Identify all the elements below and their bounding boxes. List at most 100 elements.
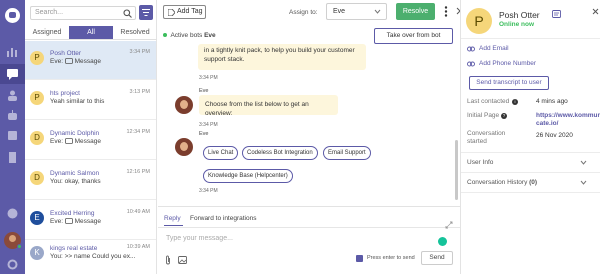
- users-icon[interactable]: [6, 90, 19, 101]
- avatar: E: [30, 211, 44, 225]
- add-phone-link[interactable]: Add Phone Number: [479, 60, 536, 67]
- message-icon: [64, 218, 73, 225]
- snippet-text: Message: [74, 58, 102, 65]
- tab-all[interactable]: All: [69, 26, 113, 39]
- tab-reply[interactable]: Reply: [164, 215, 181, 222]
- chat-scrollbar[interactable]: [455, 140, 458, 200]
- link-icon: [467, 61, 475, 67]
- avatar: D: [30, 171, 44, 185]
- info-icon[interactable]: i: [512, 99, 518, 105]
- conversation-snippet: Eve: Message: [50, 138, 150, 145]
- divider: [461, 192, 600, 193]
- divider: [461, 38, 600, 39]
- conversation-item[interactable]: D Dynamic Salmon You: okay, thanks 12:16…: [25, 161, 156, 200]
- add-tag-button[interactable]: Add Tag: [163, 5, 206, 19]
- quick-reply-knowledge-base[interactable]: Knowledge Base (Helpcenter): [203, 169, 293, 183]
- enter-to-send-checkbox[interactable]: [356, 255, 363, 262]
- bot-avatar: [175, 138, 193, 156]
- assignee-select[interactable]: Eve: [326, 3, 387, 20]
- conversation-started-value: 26 Nov 2020: [536, 132, 573, 139]
- message-icon: [64, 138, 73, 145]
- filter-icon: [142, 9, 150, 16]
- conversation-name: Dynamic Dolphin: [50, 130, 100, 137]
- avatar: D: [30, 131, 44, 145]
- chevron-down-icon: [374, 9, 381, 14]
- take-over-button[interactable]: Take over from bot: [374, 28, 453, 44]
- online-status-dot: [17, 244, 22, 249]
- conversation-item[interactable]: D Dynamic Dolphin Eve: Message 12:34 PM: [25, 121, 156, 160]
- active-bots-label: Active bots: [170, 32, 203, 39]
- link-icon: [467, 46, 475, 52]
- edit-icon[interactable]: [552, 10, 561, 18]
- resolve-button[interactable]: Resolve: [396, 3, 435, 20]
- contact-avatar: P: [466, 8, 492, 34]
- search-input[interactable]: Search...: [30, 6, 136, 20]
- snippet-text: Message: [74, 138, 102, 145]
- filter-button[interactable]: [139, 5, 153, 20]
- bot-icon[interactable]: [6, 110, 19, 121]
- user-info-section[interactable]: User Info: [467, 159, 493, 166]
- message-time: 3:34 PM: [199, 75, 218, 81]
- send-button[interactable]: Send: [421, 251, 453, 265]
- team-icon[interactable]: [6, 130, 19, 141]
- chevron-down-icon[interactable]: [580, 160, 587, 165]
- assignee-value: Eve: [333, 8, 346, 15]
- snippet-sender: Eve:: [50, 218, 64, 225]
- attachment-icon[interactable]: [165, 255, 171, 265]
- message-time: 3:34 PM: [199, 122, 218, 128]
- last-contacted-label: Last contacted: [467, 98, 510, 105]
- conversation-item[interactable]: P Posh Otter Eve: Message 3:34 PM: [25, 41, 156, 80]
- avatar: P: [30, 51, 44, 65]
- close-icon[interactable]: [592, 8, 599, 15]
- conversation-time: 3:34 PM: [129, 49, 150, 55]
- initial-page-url[interactable]: https://www.kommuni cate.io/: [536, 112, 600, 128]
- search-icon[interactable]: [123, 9, 132, 18]
- info-icon[interactable]: ?: [501, 113, 507, 119]
- tag-icon: [168, 9, 175, 16]
- more-options-icon[interactable]: [444, 6, 448, 17]
- avatar: K: [30, 246, 44, 260]
- chevron-down-icon[interactable]: [580, 180, 587, 185]
- chat-icon[interactable]: [0, 64, 25, 84]
- add-email-link[interactable]: Add Email: [479, 45, 509, 52]
- history-label: Conversation History: [467, 179, 528, 186]
- image-icon[interactable]: [178, 256, 187, 264]
- conversation-history-section[interactable]: Conversation History (0): [467, 179, 537, 186]
- knowledge-icon[interactable]: [6, 152, 19, 163]
- quick-reply-live-chat[interactable]: Live Chat: [203, 146, 239, 160]
- expand-icon[interactable]: [445, 221, 453, 229]
- active-tab-underline: [164, 225, 183, 226]
- conversation-time: 10:39 AM: [126, 244, 150, 250]
- left-navigation-rail: [0, 0, 25, 274]
- quick-reply-email-support[interactable]: Email Support: [323, 146, 371, 160]
- online-status: Online now: [499, 21, 535, 28]
- chart-icon[interactable]: [6, 46, 19, 57]
- conversation-item[interactable]: E Excited Herring Eve: Message 10:49 AM: [25, 201, 156, 240]
- grammarly-icon[interactable]: [438, 237, 447, 246]
- conversation-item[interactable]: K kings real estate You: >> name Could y…: [25, 236, 156, 274]
- contact-name: Posh Otter: [499, 10, 540, 20]
- conversation-name: hts project: [50, 90, 80, 97]
- conversation-time: 10:49 AM: [126, 209, 150, 215]
- message-icon: [64, 58, 73, 65]
- tab-resolved[interactable]: Resolved: [113, 26, 157, 39]
- conversation-name: Dynamic Salmon: [50, 170, 100, 177]
- conversation-started-label: Conversation started: [467, 130, 505, 146]
- help-icon[interactable]: [6, 208, 19, 219]
- conversation-time: 3:13 PM: [129, 89, 150, 95]
- settings-icon[interactable]: [6, 259, 19, 270]
- quick-reply-codeless-bot[interactable]: Codeless Bot Integration: [242, 146, 318, 160]
- app-window: Search... Assigned All Resolved P Posh O…: [0, 0, 600, 274]
- bot-avatar: [175, 96, 193, 114]
- send-transcript-button[interactable]: Send transcript to user: [469, 76, 549, 90]
- conversation-item[interactable]: P hts project Yeah similar to this 3:13 …: [25, 81, 156, 120]
- initial-page-url-line: https://www.kommuni: [536, 112, 600, 119]
- tab-assigned[interactable]: Assigned: [25, 26, 69, 39]
- snippet-text: Message: [74, 218, 102, 225]
- label-line: Conversation: [467, 130, 506, 137]
- message-sender: Eve: [199, 88, 209, 94]
- logo-icon[interactable]: [5, 8, 20, 23]
- initial-page-label: Initial Page: [467, 112, 500, 119]
- tab-forward-integrations[interactable]: Forward to integrations: [190, 215, 256, 222]
- message-input[interactable]: Type your message...: [166, 235, 233, 242]
